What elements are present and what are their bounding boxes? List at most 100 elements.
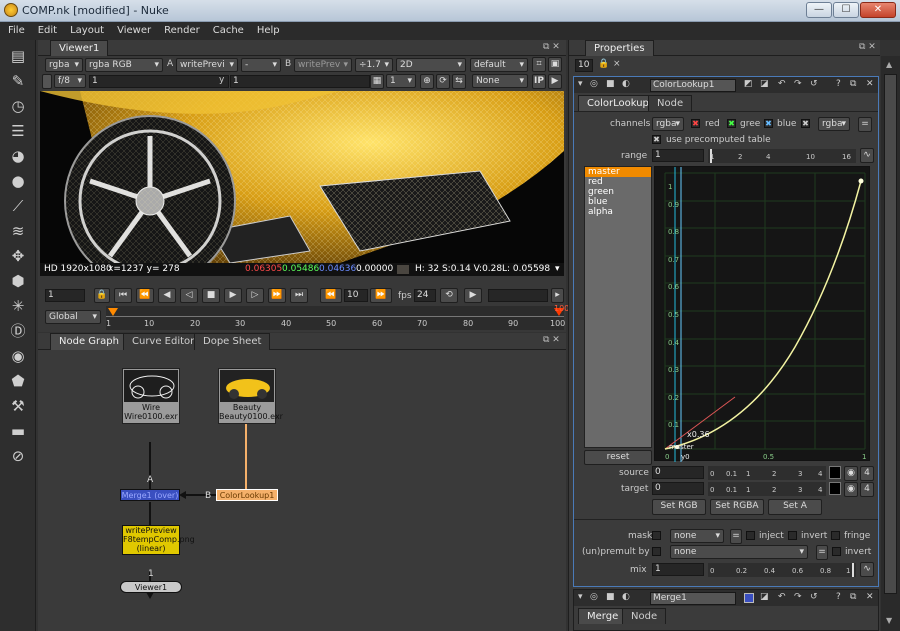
- tab-node[interactable]: Node: [648, 95, 693, 111]
- curve-item-green[interactable]: green: [585, 187, 651, 197]
- ip-button[interactable]: IP: [532, 74, 546, 89]
- color-wheel-icon[interactable]: ◉: [844, 482, 858, 497]
- flipbook-icon[interactable]: ▶: [464, 288, 482, 303]
- help-node-icon[interactable]: ◐: [622, 79, 630, 89]
- redo-icon[interactable]: ↷: [794, 79, 802, 89]
- unpremult-dropdown[interactable]: none: [670, 545, 808, 559]
- properties-scrollbar[interactable]: ▲ ▼: [881, 56, 900, 631]
- curve-icon[interactable]: ∿: [860, 148, 874, 163]
- skip-forward-button[interactable]: ⏩: [370, 288, 392, 303]
- node-font-icon[interactable]: ◪: [760, 79, 769, 89]
- node-color-icon[interactable]: [744, 593, 754, 603]
- read-node-beauty[interactable]: Beauty Beauty0100.exr: [218, 368, 283, 424]
- sync-icon[interactable]: ⇆: [452, 74, 466, 89]
- deep-nodes-icon[interactable]: Ⓓ: [8, 321, 28, 341]
- range-field[interactable]: 1: [652, 149, 704, 162]
- float-icon[interactable]: ⧉: [850, 592, 856, 602]
- mix-curve-icon[interactable]: ∿: [860, 562, 874, 577]
- fringe-checkbox[interactable]: [831, 531, 840, 540]
- tab-curve-editor[interactable]: Curve Editor: [123, 333, 204, 350]
- transform-nodes-icon[interactable]: ✥: [8, 246, 28, 266]
- invert-mask-checkbox[interactable]: [788, 531, 797, 540]
- camera-icon[interactable]: ■: [606, 592, 615, 602]
- panel-float-icon[interactable]: ⧉ ✕: [543, 335, 560, 345]
- tab-colorlookup[interactable]: ColorLookup: [578, 95, 658, 111]
- minimize-button[interactable]: —: [806, 2, 832, 18]
- inject-checkbox[interactable]: [746, 531, 755, 540]
- source-field[interactable]: 0: [652, 466, 704, 479]
- node-name-field[interactable]: ColorLookup1: [650, 79, 736, 92]
- tab-viewer1[interactable]: Viewer1: [50, 40, 109, 56]
- target-field[interactable]: 0: [652, 482, 704, 495]
- help-icon[interactable]: ?: [836, 592, 841, 602]
- revert-icon[interactable]: ↺: [810, 592, 818, 602]
- mix-slider[interactable]: 0 0.2 0.4 0.6 0.8 1: [708, 563, 856, 577]
- alpha-channel-dropdown[interactable]: rgba: [818, 117, 850, 131]
- timeline-menu-icon[interactable]: ▸: [551, 288, 564, 303]
- fps-field[interactable]: 24: [414, 289, 436, 302]
- red-checkbox[interactable]: ✖: [691, 119, 700, 128]
- current-frame-field[interactable]: 1: [45, 289, 85, 302]
- menu-layout[interactable]: Layout: [62, 22, 109, 36]
- precomputed-checkbox[interactable]: ✖: [652, 135, 661, 144]
- help-node-icon[interactable]: ◐: [622, 592, 630, 602]
- roi-icon[interactable]: ⌗: [532, 57, 546, 72]
- center-node-icon[interactable]: ◎: [590, 592, 598, 602]
- colorlookup-node[interactable]: ColorLookup1: [216, 489, 278, 501]
- scrollbar-thumb[interactable]: [884, 74, 897, 594]
- revert-icon[interactable]: ↺: [810, 79, 818, 89]
- pause-icon[interactable]: ▶: [548, 74, 562, 89]
- skip-back-button[interactable]: ⏪: [320, 288, 342, 303]
- collapse-icon[interactable]: ▾: [578, 79, 583, 89]
- write-node[interactable]: writePreview F8tempComp.png (linear): [122, 525, 195, 555]
- prev-keyframe-button[interactable]: ⏪: [136, 288, 154, 303]
- curve-item-red[interactable]: red: [585, 177, 651, 187]
- filter-nodes-icon[interactable]: ●: [8, 171, 28, 191]
- channel-count-button[interactable]: 4: [860, 466, 874, 481]
- curve-item-master[interactable]: master: [585, 167, 651, 177]
- prev-frame-button[interactable]: ◀: [158, 288, 176, 303]
- views-nodes-icon[interactable]: ◉: [8, 346, 28, 366]
- target-color-swatch[interactable]: [829, 482, 841, 495]
- skip-increment-field[interactable]: 10: [344, 289, 368, 302]
- unpremult-checkbox[interactable]: [652, 547, 661, 556]
- range-slider[interactable]: 1 2 4 10 16: [708, 149, 856, 163]
- close-node-icon[interactable]: ✕: [866, 79, 874, 89]
- viewer-node[interactable]: Viewer1: [120, 581, 182, 593]
- close-button[interactable]: ✕: [860, 2, 896, 18]
- node-font-icon[interactable]: ◪: [760, 592, 769, 602]
- loop-mode-icon[interactable]: ⟲: [440, 288, 458, 303]
- blue-checkbox[interactable]: ✖: [764, 119, 773, 128]
- tab-properties[interactable]: Properties: [585, 40, 654, 56]
- play-backward-button[interactable]: ◁: [180, 288, 198, 303]
- lut-dropdown[interactable]: default: [470, 58, 528, 72]
- channels-dropdown[interactable]: rgba: [45, 58, 83, 72]
- float-icon[interactable]: ⧉: [850, 79, 856, 89]
- draw-nodes-icon[interactable]: ✎: [8, 71, 28, 91]
- maximize-button[interactable]: ☐: [833, 2, 859, 18]
- curve-item-alpha[interactable]: alpha: [585, 207, 651, 217]
- invert-unpremult-checkbox[interactable]: [832, 547, 841, 556]
- menu-viewer[interactable]: Viewer: [109, 22, 156, 36]
- target-slider[interactable]: 0 0.1 1 2 3 4: [708, 482, 826, 496]
- lock-icon[interactable]: ▣: [548, 57, 562, 72]
- 3d-nodes-icon[interactable]: ⬢: [8, 271, 28, 291]
- toolsets-icon[interactable]: ⚒: [8, 396, 28, 416]
- next-frame-button[interactable]: ▷: [246, 288, 264, 303]
- refresh-icon[interactable]: ⟳: [436, 74, 450, 89]
- set-rgb-button[interactable]: Set RGB: [652, 499, 706, 515]
- read-node-wire[interactable]: Wire Wire0100.exr: [122, 368, 180, 424]
- viewer-image[interactable]: [40, 91, 564, 263]
- close-node-icon[interactable]: ✕: [866, 592, 874, 602]
- redo-icon[interactable]: ↷: [794, 592, 802, 602]
- source-slider[interactable]: 0 0.1 1 2 3 4: [708, 466, 826, 480]
- merge-nodes-icon[interactable]: ≋: [8, 221, 28, 241]
- merge-name-field[interactable]: Merge1: [650, 592, 736, 605]
- set-a-button[interactable]: Set A: [768, 499, 822, 515]
- undo-icon[interactable]: ↶: [778, 592, 786, 602]
- furnace-nodes-icon[interactable]: ⊘: [8, 446, 28, 466]
- panel-float-icon[interactable]: ⧉ ✕: [543, 42, 560, 52]
- menu-file[interactable]: File: [0, 22, 30, 36]
- b-input-dropdown[interactable]: writePrev: [294, 58, 352, 72]
- panel-float-icon[interactable]: ⧉ ✕: [859, 42, 876, 52]
